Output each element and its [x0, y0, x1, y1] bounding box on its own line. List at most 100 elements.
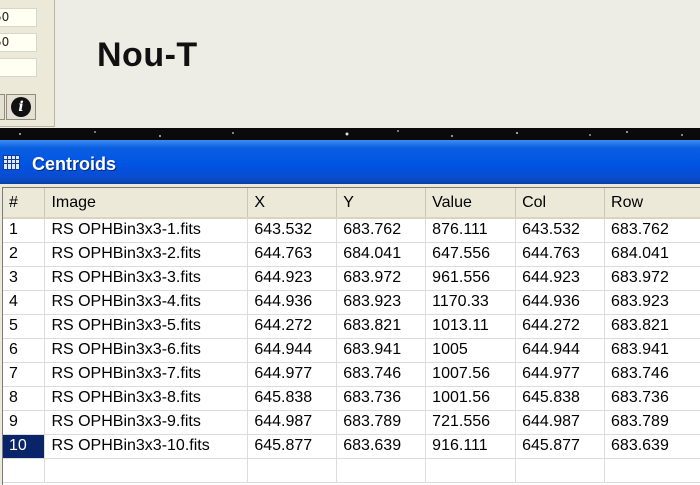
cell-row[interactable]: 683.762: [604, 218, 700, 243]
cell-value[interactable]: 876.111: [425, 218, 517, 243]
cell-image[interactable]: RS OPHBin3x3-9.fits: [44, 410, 249, 435]
cell-index[interactable]: 5: [3, 314, 46, 339]
column-header-x[interactable]: X: [247, 188, 338, 219]
cell-index[interactable]: 6: [3, 338, 46, 363]
empty-cell[interactable]: [44, 458, 249, 483]
cell-row[interactable]: 683.821: [604, 314, 700, 339]
cell-index[interactable]: 7: [3, 362, 46, 387]
info-button[interactable]: i: [6, 94, 36, 120]
cell-col[interactable]: 643.532: [515, 218, 606, 243]
cell-col[interactable]: 644.923: [515, 266, 606, 291]
cell-x[interactable]: 644.272: [247, 314, 338, 339]
empty-cell[interactable]: [247, 458, 338, 483]
table-row[interactable]: 10 RS OPHBin3x3-10.fits 645.877 683.639 916.…: [3, 434, 700, 459]
cell-index[interactable]: 8: [3, 386, 46, 411]
empty-cell[interactable]: [336, 458, 427, 483]
column-header-col[interactable]: Col: [515, 188, 606, 219]
cell-col[interactable]: 644.977: [515, 362, 606, 387]
empty-table-row[interactable]: [3, 458, 700, 483]
cell-row[interactable]: 683.639: [604, 434, 700, 459]
cell-row[interactable]: 683.736: [604, 386, 700, 411]
cell-value[interactable]: 1007.56: [425, 362, 517, 387]
value-field-1[interactable]: 50: [0, 8, 37, 27]
cell-index[interactable]: 2: [3, 242, 46, 267]
cell-col[interactable]: 644.763: [515, 242, 606, 267]
cell-image[interactable]: RS OPHBin3x3-5.fits: [44, 314, 249, 339]
cell-x[interactable]: 644.944: [247, 338, 338, 363]
table-row[interactable]: 9 RS OPHBin3x3-9.fits 644.987 683.789 721.55…: [3, 410, 700, 435]
cell-x[interactable]: 643.532: [247, 218, 338, 243]
cell-x[interactable]: 645.838: [247, 386, 338, 411]
cell-x[interactable]: 645.877: [247, 434, 338, 459]
table-row[interactable]: 7 RS OPHBin3x3-7.fits 644.977 683.746 1007.5…: [3, 362, 700, 387]
cell-y[interactable]: 683.746: [336, 362, 427, 387]
cell-x[interactable]: 644.977: [247, 362, 338, 387]
empty-field[interactable]: [0, 58, 37, 77]
cell-col[interactable]: 645.877: [515, 434, 606, 459]
cell-col[interactable]: 645.838: [515, 386, 606, 411]
table-row[interactable]: 1 RS OPHBin3x3-1.fits 643.532 683.762 876.11…: [3, 218, 700, 243]
cell-y[interactable]: 683.639: [336, 434, 427, 459]
cell-index[interactable]: 4: [3, 290, 46, 315]
cell-image[interactable]: RS OPHBin3x3-1.fits: [44, 218, 249, 243]
empty-cell[interactable]: [3, 458, 46, 483]
empty-cell[interactable]: [515, 458, 606, 483]
cell-y[interactable]: 683.972: [336, 266, 427, 291]
cell-image[interactable]: RS OPHBin3x3-10.fits: [44, 434, 249, 459]
cell-row[interactable]: 683.923: [604, 290, 700, 315]
cell-image[interactable]: RS OPHBin3x3-6.fits: [44, 338, 249, 363]
cell-y[interactable]: 683.941: [336, 338, 427, 363]
cell-x[interactable]: 644.987: [247, 410, 338, 435]
cell-row[interactable]: 683.941: [604, 338, 700, 363]
cell-col[interactable]: 644.944: [515, 338, 606, 363]
cell-index[interactable]: 3: [3, 266, 46, 291]
column-header-index[interactable]: #: [3, 188, 46, 219]
cell-y[interactable]: 683.762: [336, 218, 427, 243]
empty-cell[interactable]: [425, 458, 517, 483]
cell-image[interactable]: RS OPHBin3x3-2.fits: [44, 242, 249, 267]
window-titlebar[interactable]: Centroids: [0, 140, 700, 184]
cell-y[interactable]: 684.041: [336, 242, 427, 267]
cell-row[interactable]: 683.789: [604, 410, 700, 435]
partial-button[interactable]: [0, 94, 5, 120]
column-header-row[interactable]: Row: [604, 188, 700, 219]
table-row[interactable]: 6 RS OPHBin3x3-6.fits 644.944 683.941 1005 64…: [3, 338, 700, 363]
cell-image[interactable]: RS OPHBin3x3-8.fits: [44, 386, 249, 411]
cell-col[interactable]: 644.987: [515, 410, 606, 435]
cell-value[interactable]: 1005: [425, 338, 517, 363]
cell-value[interactable]: 1013.11: [425, 314, 517, 339]
cell-y[interactable]: 683.923: [336, 290, 427, 315]
cell-y[interactable]: 683.821: [336, 314, 427, 339]
cell-image[interactable]: RS OPHBin3x3-3.fits: [44, 266, 249, 291]
cell-row[interactable]: 684.041: [604, 242, 700, 267]
cell-value[interactable]: 1001.56: [425, 386, 517, 411]
table-row[interactable]: 4 RS OPHBin3x3-4.fits 644.936 683.923 1170.3…: [3, 290, 700, 315]
value-field-2[interactable]: 50: [0, 33, 37, 52]
cell-row[interactable]: 683.746: [604, 362, 700, 387]
cell-x[interactable]: 644.923: [247, 266, 338, 291]
table-row[interactable]: 5 RS OPHBin3x3-5.fits 644.272 683.821 1013.1…: [3, 314, 700, 339]
column-header-y[interactable]: Y: [336, 188, 427, 219]
cell-x[interactable]: 644.936: [247, 290, 338, 315]
empty-cell[interactable]: [604, 458, 700, 483]
column-header-image[interactable]: Image: [44, 188, 249, 219]
cell-value[interactable]: 721.556: [425, 410, 517, 435]
cell-y[interactable]: 683.789: [336, 410, 427, 435]
cell-index[interactable]: 1: [3, 218, 46, 243]
cell-index[interactable]: 9: [3, 410, 46, 435]
cell-row[interactable]: 683.972: [604, 266, 700, 291]
cell-value[interactable]: 961.556: [425, 266, 517, 291]
cell-x[interactable]: 644.763: [247, 242, 338, 267]
cell-image[interactable]: RS OPHBin3x3-7.fits: [44, 362, 249, 387]
table-row[interactable]: 8 RS OPHBin3x3-8.fits 645.838 683.736 1001.5…: [3, 386, 700, 411]
cell-value[interactable]: 647.556: [425, 242, 517, 267]
cell-col[interactable]: 644.272: [515, 314, 606, 339]
cell-value[interactable]: 1170.33: [425, 290, 517, 315]
table-row[interactable]: 3 RS OPHBin3x3-3.fits 644.923 683.972 961.55…: [3, 266, 700, 291]
cell-col[interactable]: 644.936: [515, 290, 606, 315]
column-header-value[interactable]: Value: [425, 188, 517, 219]
cell-index[interactable]: 10: [3, 434, 46, 459]
table-row[interactable]: 2 RS OPHBin3x3-2.fits 644.763 684.041 647.55…: [3, 242, 700, 267]
cell-image[interactable]: RS OPHBin3x3-4.fits: [44, 290, 249, 315]
cell-y[interactable]: 683.736: [336, 386, 427, 411]
